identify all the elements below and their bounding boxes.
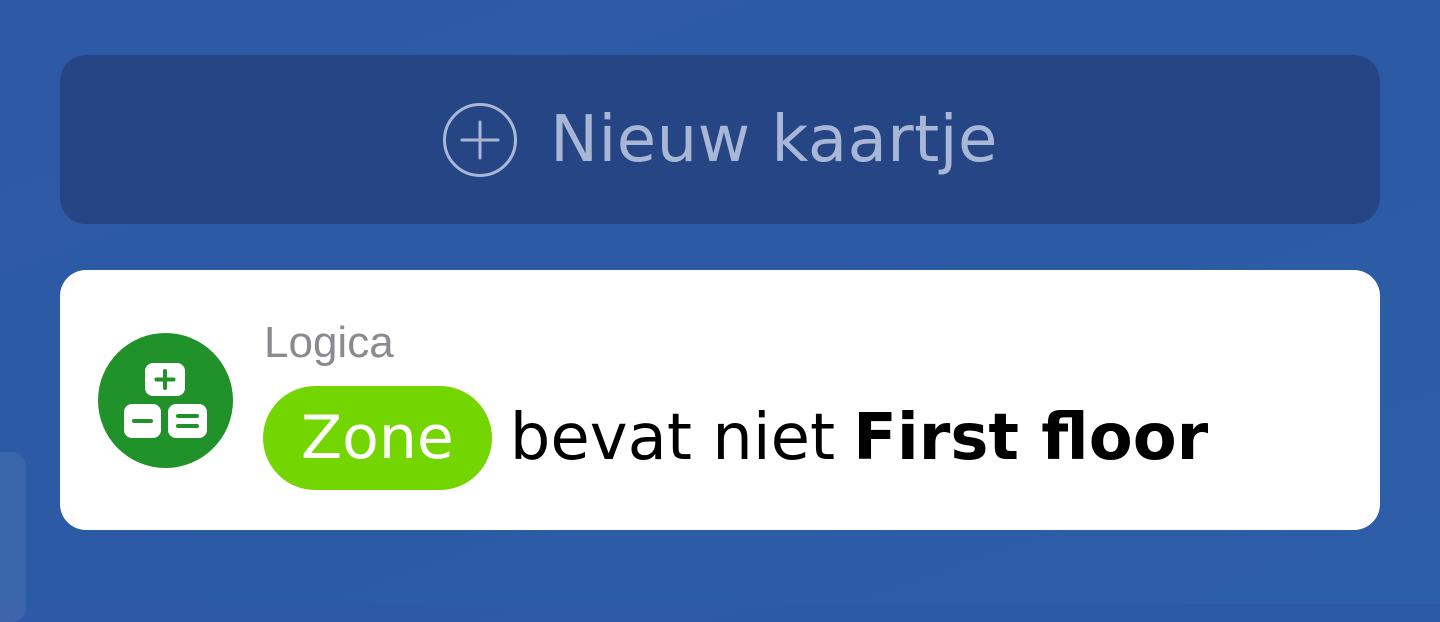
condition-operator: bevat niet [509,401,836,475]
card-category-label: Logica [264,318,394,367]
logic-rule-card[interactable]: Logica Zone bevat niet First floor [60,270,1380,530]
zone-token-chip[interactable]: Zone [263,386,492,490]
condition-value: First floor [853,401,1209,475]
new-card-button[interactable]: Nieuw kaartje [60,55,1380,224]
plus-circle-icon [443,102,518,177]
new-card-label: Nieuw kaartje [550,102,998,177]
side-edge-handle [0,452,26,622]
condition-row: Zone bevat niet First floor [263,386,1208,490]
calculator-logic-icon [98,333,233,468]
